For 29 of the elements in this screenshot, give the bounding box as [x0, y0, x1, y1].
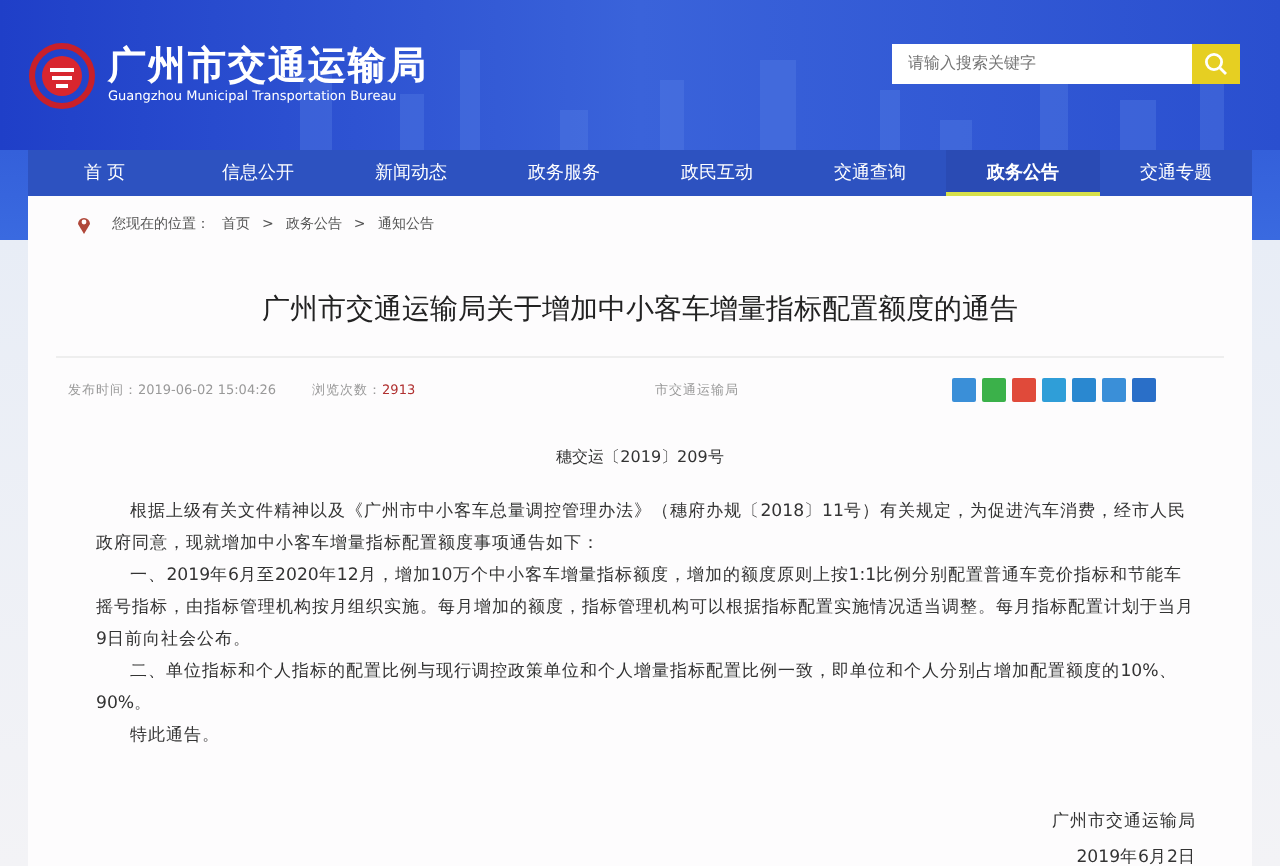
share-icon[interactable] [1102, 378, 1126, 402]
article-paragraph: 一、2019年6月至2020年12月，增加10万个中小客车增量指标额度，增加的额度原则上按1:1比例分别配置普通车竞价指标和节能车摇号指标，由指标管理机构按月组织实施。每月增加的额度，指标管理机构可以根据指标配置实施情况适当调整。每月指标配置计划于当月9日前向社会公布。 [96, 563, 1196, 654]
issuer-name: 广州市交通运输局 [1052, 809, 1196, 836]
share-icon[interactable] [1072, 378, 1096, 402]
share-icon[interactable] [1042, 378, 1066, 402]
article-paragraph: 二、单位指标和个人指标的配置比例与现行调控政策单位和个人增量指标配置比例一致，即单位和个人分别占增加配置额度的10%、90%。 [96, 659, 1179, 718]
search-icon [1204, 51, 1228, 75]
search-field[interactable]: 请输入搜索关键字 [892, 43, 1192, 83]
nav-tab[interactable]: 交通专题 [1099, 150, 1252, 196]
nav-tab[interactable]: 政务公告 [946, 150, 1099, 196]
share-icon[interactable] [952, 378, 976, 402]
site-title: 广州市交通运输局 [108, 44, 428, 88]
nav-tab[interactable]: 信息公开 [181, 150, 334, 196]
nav-tab[interactable]: 政务服务 [487, 150, 640, 196]
article-paragraph: 特此通告。 [128, 724, 223, 750]
article-paragraph: 根据上级有关文件精神以及《广州市中小客车总量调控管理办法》（穗府办规〔2018〕11号）有关规定，为促进汽车消费，经市人民政府同意，现就增加中小客车增量指标配置额度事项通告如下： [96, 499, 1188, 558]
nav-tab[interactable]: 交通查询 [793, 150, 946, 196]
search-button[interactable] [1192, 43, 1240, 83]
emblem-icon [28, 41, 96, 109]
nav-tab[interactable]: 政民互动 [640, 150, 793, 196]
share-icon[interactable] [1012, 378, 1036, 402]
document-number: 穗交运〔2019〕209号 [554, 446, 726, 470]
share-icon[interactable] [982, 378, 1006, 402]
issue-date: 2019年6月2日 [1076, 846, 1196, 866]
share-icon[interactable] [1132, 378, 1156, 402]
location-pin-icon [76, 214, 92, 234]
nav-tab[interactable]: 首 页 [28, 150, 181, 196]
nav-tab[interactable]: 新闻动态 [334, 150, 487, 196]
article-title: 广州市交通运输局关于增加中小客车增量指标配置额度的通告 [56, 252, 1224, 358]
